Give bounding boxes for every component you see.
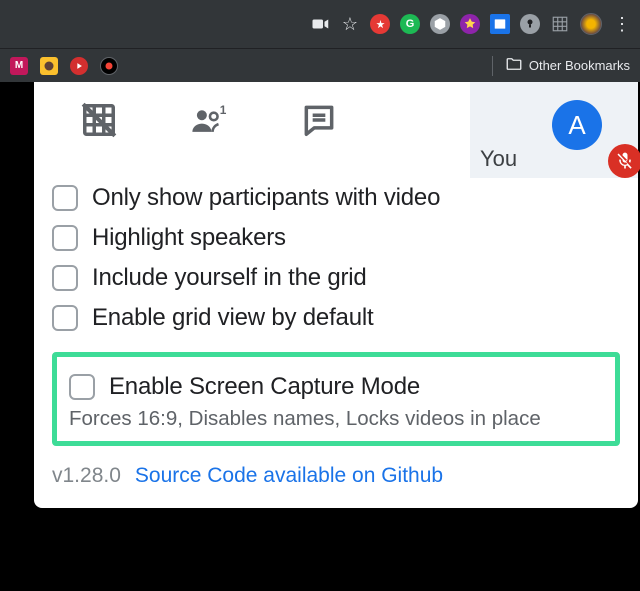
bookmarks-separator bbox=[492, 56, 493, 76]
bookmark-item-1[interactable]: M bbox=[10, 57, 28, 75]
folder-icon bbox=[505, 55, 523, 76]
source-code-link[interactable]: Source Code available on Github bbox=[135, 464, 443, 488]
avatar-initial: A bbox=[568, 110, 585, 141]
checkbox[interactable] bbox=[52, 305, 78, 331]
option-description: Forces 16:9, Disables names, Locks video… bbox=[69, 407, 603, 431]
option-label: Highlight speakers bbox=[92, 224, 286, 252]
checkbox[interactable] bbox=[52, 225, 78, 251]
bookmark-item-4[interactable] bbox=[100, 57, 118, 75]
extension-icon-5[interactable] bbox=[490, 14, 510, 34]
checkbox[interactable] bbox=[52, 265, 78, 291]
tab-grid-view[interactable] bbox=[44, 82, 154, 158]
bookmark-item-2[interactable] bbox=[40, 57, 58, 75]
option-label: Include yourself in the grid bbox=[92, 264, 367, 292]
options-list: Only show participants with video Highli… bbox=[34, 158, 638, 446]
bookmark-star-icon[interactable]: ☆ bbox=[340, 14, 360, 34]
tab-chat[interactable] bbox=[264, 82, 374, 158]
other-bookmarks-label: Other Bookmarks bbox=[529, 58, 630, 73]
bookmark-item-3[interactable] bbox=[70, 57, 88, 75]
option-highlight-speakers[interactable]: Highlight speakers bbox=[52, 218, 620, 258]
option-only-video-participants[interactable]: Only show participants with video bbox=[52, 178, 620, 218]
bookmarks-bar: M Other Bookmarks bbox=[0, 48, 640, 82]
self-video-tile[interactable]: You A bbox=[470, 82, 638, 178]
recording-icon[interactable] bbox=[310, 14, 330, 34]
option-label: Enable grid view by default bbox=[92, 304, 373, 332]
browser-toolbar: ☆ G ⋮ bbox=[0, 0, 640, 48]
browser-menu-icon[interactable]: ⋮ bbox=[612, 14, 632, 34]
option-include-yourself[interactable]: Include yourself in the grid bbox=[52, 258, 620, 298]
self-label: You bbox=[480, 146, 517, 172]
tab-participants[interactable]: 1 bbox=[154, 82, 264, 158]
option-label: Enable Screen Capture Mode bbox=[109, 373, 420, 401]
grid-view-extension-popup: You A bbox=[34, 82, 638, 508]
svg-text:1: 1 bbox=[220, 103, 227, 117]
page-content: You A bbox=[0, 82, 640, 591]
extension-grid-icon[interactable] bbox=[550, 14, 570, 34]
popup-footer: v1.28.0 Source Code available on Github bbox=[34, 446, 638, 508]
highlighted-option-box: Enable Screen Capture Mode Forces 16:9, … bbox=[52, 352, 620, 446]
other-bookmarks-button[interactable]: Other Bookmarks bbox=[492, 55, 630, 76]
option-default-grid-view[interactable]: Enable grid view by default bbox=[52, 298, 620, 338]
extension-icon-1[interactable] bbox=[370, 14, 390, 34]
option-label: Only show participants with video bbox=[92, 184, 440, 212]
avatar: A bbox=[552, 100, 602, 150]
profile-avatar-icon[interactable] bbox=[580, 13, 602, 35]
extension-icon-6[interactable] bbox=[520, 14, 540, 34]
checkbox[interactable] bbox=[52, 185, 78, 211]
extension-icon-4[interactable] bbox=[460, 14, 480, 34]
extension-icon-2[interactable]: G bbox=[400, 14, 420, 34]
checkbox[interactable] bbox=[69, 374, 95, 400]
option-screen-capture-mode[interactable]: Enable Screen Capture Mode bbox=[69, 371, 603, 405]
muted-mic-icon[interactable] bbox=[608, 144, 640, 178]
bookmarks-left-group: M bbox=[10, 57, 118, 75]
extension-icon-3[interactable] bbox=[430, 14, 450, 34]
version-text: v1.28.0 bbox=[52, 464, 121, 488]
